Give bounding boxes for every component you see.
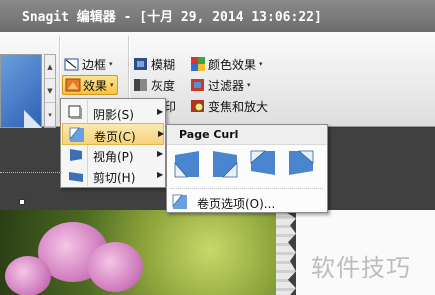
menu-item-perspective[interactable]: 视角(P) ▶	[62, 144, 164, 166]
grayscale-button[interactable]: 灰度	[133, 75, 175, 95]
effects-menu: 阴影(S) ▶ 卷页(C) ▶ 视角(P) ▶ 剪切(H) ▶	[60, 98, 166, 188]
style-gallery-thumbnail[interactable]	[0, 54, 42, 128]
page-curl-submenu: Page Curl 卷页选项(O)...	[166, 124, 328, 213]
grayscale-icon	[133, 77, 149, 93]
gallery-more-icon[interactable]: ▾	[45, 103, 55, 127]
gallery-up-icon[interactable]: ▲	[45, 55, 55, 79]
curl-bottom-right-button[interactable]	[211, 149, 239, 179]
curl-bottom-left-button[interactable]	[173, 149, 201, 179]
filters-icon	[190, 77, 206, 93]
submenu-arrow-icon: ▶	[157, 170, 164, 179]
page-curl-options-icon	[172, 194, 188, 210]
shadow-icon	[68, 105, 84, 121]
submenu-header: Page Curl	[167, 125, 327, 145]
blur-button[interactable]: 模糊	[133, 54, 175, 74]
window-title: Snagit 编辑器 - [十月 29, 2014 13:06:22]	[22, 10, 322, 25]
page-curl-icon	[69, 127, 85, 143]
menu-item-shadow[interactable]: 阴影(S) ▶	[62, 102, 164, 124]
border-button[interactable]: 边框 ▾	[64, 54, 113, 74]
menu-item-page-curl[interactable]: 卷页(C) ▶	[62, 123, 164, 145]
color-effects-icon	[190, 56, 206, 72]
curl-top-right-button[interactable]	[287, 149, 315, 179]
submenu-arrow-icon: ▶	[157, 149, 164, 158]
filters-button[interactable]: 过滤器 ▾	[190, 75, 251, 95]
effects-icon	[65, 77, 81, 93]
gallery-scroll[interactable]: ▲ ▼ ▾	[44, 54, 56, 128]
submenu-arrow-icon: ▶	[157, 107, 164, 116]
title-bar: Snagit 编辑器 - [十月 29, 2014 13:06:22]	[0, 0, 435, 32]
blur-icon	[133, 56, 149, 72]
watermark-text: 软件技巧	[311, 254, 411, 282]
gallery-down-icon[interactable]: ▼	[45, 79, 55, 103]
effects-button[interactable]: 效果 ▾	[62, 75, 118, 95]
submenu-arrow-icon: ▶	[158, 129, 165, 138]
shear-icon	[68, 168, 84, 184]
spotlight-magnify-button[interactable]: 变焦和放大	[190, 96, 268, 116]
border-icon	[64, 56, 80, 72]
color-effects-button[interactable]: 颜色效果 ▾	[190, 54, 263, 74]
menu-item-shear[interactable]: 剪切(H) ▶	[62, 165, 164, 187]
curl-top-left-button[interactable]	[249, 149, 277, 179]
resize-handle[interactable]	[19, 199, 25, 205]
spotlight-magnify-icon	[190, 98, 206, 114]
image-content[interactable]	[0, 210, 285, 295]
page-curl-options[interactable]: 卷页选项(O)...	[167, 192, 327, 212]
perspective-icon	[68, 147, 84, 163]
